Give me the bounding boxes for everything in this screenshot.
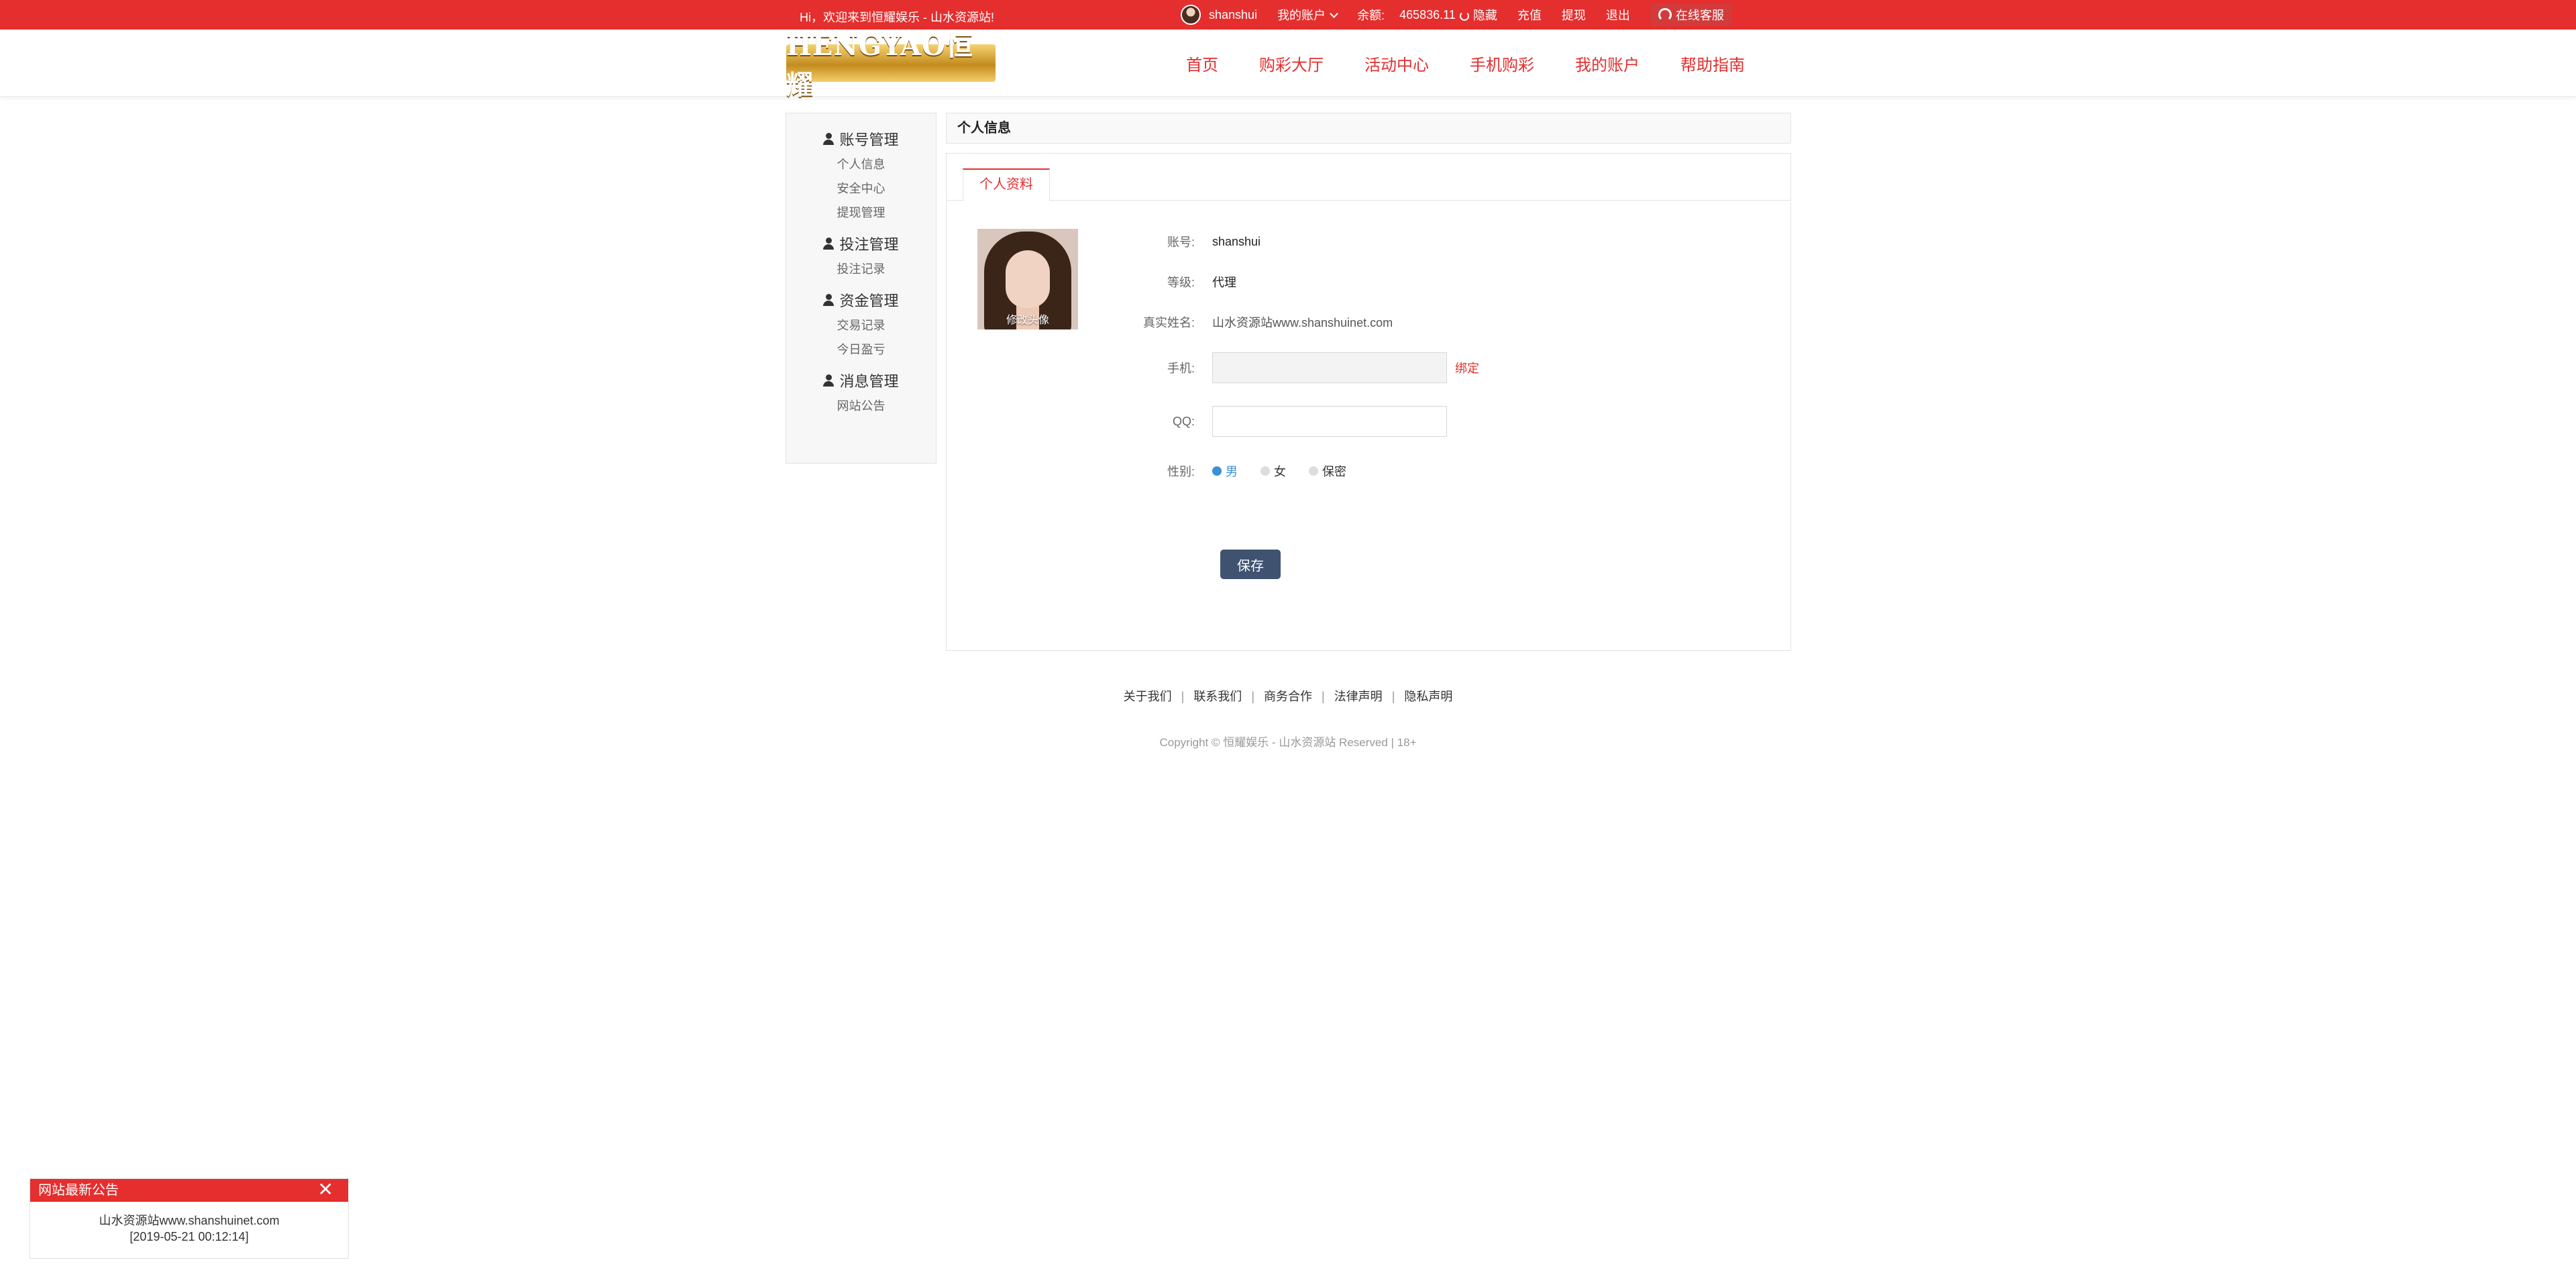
sidebar-item-transaction-records[interactable]: 交易记录	[786, 313, 936, 338]
footer-links: 关于我们 | 联系我们 | 商务合作 | 法律声明 | 隐私声明	[0, 687, 2576, 705]
account-label: 账号:	[1167, 236, 1195, 249]
headset-icon	[1658, 8, 1672, 21]
announcement-popup: 网站最新公告 ✕ 山水资源站www.shanshuinet.com [2019-…	[30, 1178, 349, 1259]
account-row: 账号: shanshui	[1122, 233, 1260, 250]
top-bar: Hi，欢迎来到恒耀娱乐 - 山水资源站! shanshui 我的账户 余额: 4…	[0, 0, 2576, 30]
recharge-link[interactable]: 充值	[1517, 6, 1542, 23]
gender-radio-group: 男 女 保密	[1212, 462, 1369, 480]
username[interactable]: shanshui	[1209, 8, 1257, 22]
level-row: 等级: 代理	[1122, 273, 1236, 291]
sidebar-group-title: 消息管理	[786, 367, 936, 394]
gender-radio-female[interactable]: 女	[1260, 462, 1286, 480]
welcome-text: Hi，欢迎来到恒耀娱乐 - 山水资源站!	[800, 11, 994, 24]
logo-text: HENGYAO恒耀	[786, 30, 973, 101]
avatar[interactable]: 修改头像	[977, 229, 1078, 329]
nav-mobile-lottery[interactable]: 手机购彩	[1470, 52, 1534, 75]
sidebar-item-site-announcements[interactable]: 网站公告	[786, 394, 936, 418]
save-button[interactable]: 保存	[1220, 550, 1281, 579]
divider: |	[1322, 690, 1325, 703]
nav-activity-center[interactable]: 活动中心	[1364, 52, 1429, 75]
online-service-label: 在线客服	[1675, 9, 1724, 22]
sidebar-group-funds: 资金管理 交易记录 今日盈亏	[786, 287, 936, 362]
my-account-label: 我的账户	[1277, 9, 1326, 22]
balance-label: 余额:	[1357, 9, 1385, 22]
announcement-title: 网站最新公告	[38, 1183, 119, 1198]
main-content: 个人信息 个人资料 修改头像 账号: shanshui 等级: 代理 真实姓名:…	[946, 113, 1791, 651]
sidebar-item-personal-info[interactable]: 个人信息	[786, 152, 936, 176]
phone-row: 手机: 绑定	[1122, 352, 1479, 383]
announcement-text[interactable]: 山水资源站www.shanshuinet.com	[30, 1213, 348, 1229]
sidebar-group-betting: 投注管理 投注记录	[786, 230, 936, 281]
refresh-icon[interactable]	[1459, 11, 1469, 21]
gender-label: 性别:	[1167, 465, 1195, 478]
radio-dot-icon	[1260, 466, 1270, 476]
phone-field[interactable]	[1212, 352, 1447, 383]
realname-value: 山水资源站www.shanshuinet.com	[1212, 316, 1393, 329]
level-label: 等级:	[1167, 276, 1195, 289]
account-value: shanshui	[1212, 234, 1261, 248]
copyright-text: Copyright © 恒耀娱乐 - 山水资源站 Reserved | 18+	[1159, 736, 1417, 749]
announcement-date: [2019-05-21 00:12:14]	[129, 1230, 249, 1243]
announcement-body: 山水资源站www.shanshuinet.com [2019-05-21 00:…	[30, 1202, 348, 1245]
sidebar-group-title: 资金管理	[786, 287, 936, 313]
sidebar-group-messages: 消息管理 网站公告	[786, 367, 936, 418]
nav-my-account[interactable]: 我的账户	[1575, 52, 1640, 75]
qq-row: QQ:	[1122, 406, 1447, 437]
radio-dot-icon	[1309, 466, 1318, 476]
realname-row: 真实姓名: 山水资源站www.shanshuinet.com	[1122, 313, 1393, 331]
my-account-dropdown[interactable]: 我的账户	[1277, 6, 1338, 23]
announcement-header: 网站最新公告 ✕	[30, 1179, 348, 1202]
footer-link-business[interactable]: 商务合作	[1254, 690, 1322, 703]
withdraw-link[interactable]: 提现	[1562, 6, 1586, 23]
sidebar-group-title: 投注管理	[786, 230, 936, 257]
qq-field[interactable]	[1212, 406, 1447, 437]
user-icon	[823, 374, 835, 387]
user-icon	[823, 238, 835, 250]
hide-balance-link[interactable]: 隐藏	[1473, 6, 1497, 23]
avatar-face	[1006, 250, 1050, 308]
main-header: HENGYAO恒耀 首页 购彩大厅 活动中心 手机购彩 我的账户 帮助指南	[0, 30, 2576, 101]
account-sidebar: 账号管理 个人信息 安全中心 提现管理 投注管理 投注记录 资金管理 交易记录 …	[786, 113, 936, 464]
nav-lottery-hall[interactable]: 购彩大厅	[1259, 52, 1324, 75]
logout-link[interactable]: 退出	[1606, 6, 1630, 23]
main-nav: 首页 购彩大厅 活动中心 手机购彩 我的账户 帮助指南	[1186, 30, 1786, 97]
chevron-down-icon	[1330, 9, 1338, 18]
footer-link-contact[interactable]: 联系我们	[1184, 690, 1251, 703]
footer-link-legal[interactable]: 法律声明	[1325, 690, 1392, 703]
footer-link-about[interactable]: 关于我们	[1114, 690, 1181, 703]
realname-label: 真实姓名:	[1142, 316, 1195, 329]
profile-panel: 个人资料 修改头像 账号: shanshui 等级: 代理 真实姓名: 山水资源…	[946, 153, 1791, 651]
top-bar-right: shanshui 我的账户 余额: 465836.11 隐藏 充值 提现 退出 …	[1181, 0, 1732, 30]
tab-bar: 个人资料	[947, 154, 1790, 201]
balance-value: 465836.11	[1399, 7, 1456, 21]
sidebar-item-today-profit-loss[interactable]: 今日盈亏	[786, 338, 936, 362]
sidebar-item-bet-records[interactable]: 投注记录	[786, 257, 936, 281]
sidebar-item-withdraw-management[interactable]: 提现管理	[786, 201, 936, 225]
user-icon	[823, 294, 835, 306]
gender-row: 性别: 男 女 保密	[1122, 462, 1369, 480]
change-avatar-label[interactable]: 修改头像	[977, 311, 1078, 327]
user-avatar-icon[interactable]	[1181, 5, 1201, 25]
gender-radio-secret[interactable]: 保密	[1309, 462, 1346, 480]
qq-label: QQ:	[1172, 414, 1195, 428]
user-icon	[823, 133, 835, 145]
sidebar-item-security-center[interactable]: 安全中心	[786, 176, 936, 201]
tab-personal-profile[interactable]: 个人资料	[963, 168, 1050, 201]
radio-dot-icon	[1212, 466, 1222, 476]
nav-help-guide[interactable]: 帮助指南	[1680, 52, 1745, 75]
nav-home[interactable]: 首页	[1186, 52, 1218, 75]
site-logo[interactable]: HENGYAO恒耀	[786, 30, 996, 101]
close-icon[interactable]: ✕	[318, 1179, 333, 1200]
sidebar-group-title: 账号管理	[786, 125, 936, 152]
gender-radio-male[interactable]: 男	[1212, 462, 1238, 480]
page-title: 个人信息	[946, 113, 1791, 144]
bind-phone-link[interactable]: 绑定	[1455, 359, 1479, 376]
footer-link-privacy[interactable]: 隐私声明	[1395, 690, 1462, 703]
online-service-button[interactable]: 在线客服	[1650, 3, 1732, 26]
level-value: 代理	[1212, 276, 1236, 289]
sidebar-group-account: 账号管理 个人信息 安全中心 提现管理	[786, 125, 936, 225]
phone-label: 手机:	[1167, 362, 1195, 375]
